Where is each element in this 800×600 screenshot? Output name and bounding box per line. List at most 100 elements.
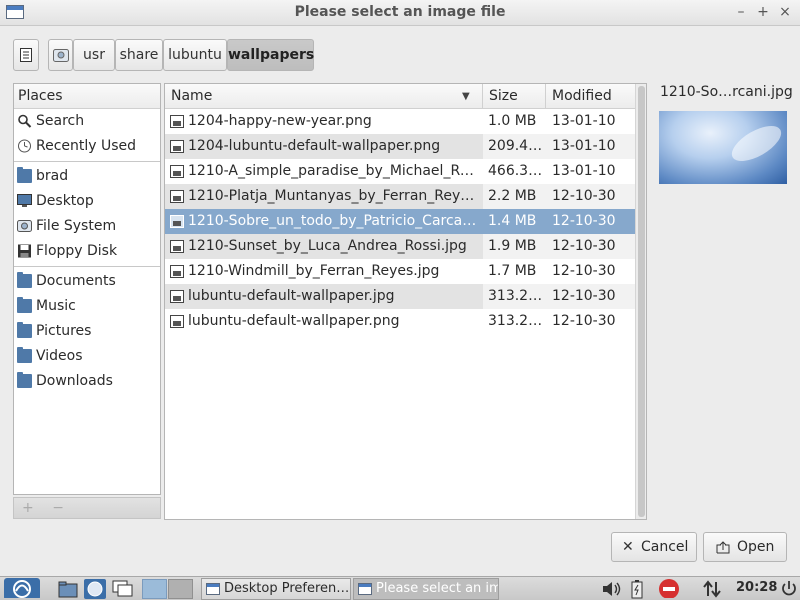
start-menu-icon[interactable]: [4, 578, 40, 598]
file-size: 2.2 MB: [488, 188, 537, 204]
places-item-recently-used[interactable]: Recently Used: [14, 134, 160, 159]
table-row[interactable]: lubuntu-default-wallpaper.png 313.2 kB 12-…: [165, 309, 635, 334]
volume-icon[interactable]: [601, 579, 623, 599]
file-list-header: Name ▼ Size Modified: [165, 84, 635, 109]
close-icon[interactable]: ×: [776, 3, 794, 21]
table-row[interactable]: 1204-lubuntu-default-wallpaper.png 209.4 …: [165, 134, 635, 159]
file-name: 1210-Sunset_by_Luca_Andrea_Rossi.jpg: [188, 238, 467, 254]
places-item-search[interactable]: Search: [14, 109, 160, 134]
places-item-downloads[interactable]: Downloads: [14, 369, 160, 394]
vertical-scrollbar[interactable]: [635, 84, 646, 519]
recent-icon: [18, 139, 31, 153]
add-bookmark-button[interactable]: +: [22, 500, 34, 516]
file-size: 1.9 MB: [488, 238, 537, 254]
image-file-icon: [170, 165, 184, 178]
web-browser-icon[interactable]: [84, 579, 106, 599]
pathbar-crumb-usr[interactable]: usr: [73, 39, 115, 71]
image-file-icon: [170, 215, 184, 228]
table-row[interactable]: 1210-Sunset_by_Luca_Andrea_Rossi.jpg 1.9 …: [165, 234, 635, 259]
column-header-name[interactable]: Name: [165, 84, 483, 109]
column-header-size[interactable]: Size: [483, 84, 546, 109]
toggle-location-button[interactable]: [13, 39, 39, 71]
preview-image: [659, 111, 787, 184]
folder-icon: [17, 272, 32, 288]
table-row[interactable]: 1210-Sobre_un_todo_by_Patricio_Carcan… 1.…: [165, 209, 635, 234]
cancel-icon: ✕: [622, 539, 634, 555]
clock[interactable]: 20:28: [736, 580, 777, 595]
preview-filename: 1210-So…rcani.jpg: [660, 84, 793, 100]
table-row[interactable]: 1210-Platja_Muntanyas_by_Ferran_Reyes… 2.…: [165, 184, 635, 209]
file-size: 209.4 kB: [488, 138, 546, 154]
text-edit-icon: [20, 48, 32, 62]
folder-icon: [17, 322, 32, 338]
sort-descending-icon: ▼: [462, 91, 470, 102]
network-icon[interactable]: [702, 579, 722, 599]
power-icon[interactable]: [780, 579, 798, 599]
task-desktop-preferences[interactable]: Desktop Preferen…: [201, 578, 351, 600]
file-modified: 13-01-10: [552, 113, 616, 129]
file-name: 1204-lubuntu-default-wallpaper.png: [188, 138, 441, 154]
table-row[interactable]: lubuntu-default-wallpaper.jpg 313.2 kB 12-…: [165, 284, 635, 309]
open-icon: [716, 541, 730, 554]
places-separator: [14, 266, 160, 267]
image-file-icon: [170, 140, 184, 153]
open-button[interactable]: Open: [703, 532, 787, 562]
file-name: 1210-Platja_Muntanyas_by_Ferran_Reyes…: [188, 188, 478, 204]
file-modified: 12-10-30: [552, 188, 616, 204]
places-item-file-system[interactable]: File System: [14, 214, 160, 239]
minimize-icon[interactable]: –: [732, 3, 750, 21]
places-item-desktop[interactable]: Desktop: [14, 189, 160, 214]
file-modified: 12-10-30: [552, 238, 616, 254]
file-modified: 12-10-30: [552, 213, 616, 229]
show-desktop-icon[interactable]: [112, 579, 134, 599]
task-select-image[interactable]: Please select an im…: [353, 578, 499, 600]
home-folder-icon: [17, 167, 32, 183]
harddisk-icon: [17, 220, 32, 232]
workspace-2[interactable]: [168, 579, 193, 599]
image-file-icon: [170, 240, 184, 253]
places-toolbar: + −: [13, 497, 161, 519]
workspace-1[interactable]: [142, 579, 167, 599]
taskbar: Desktop Preferen… Please select an im… 2…: [0, 576, 800, 600]
places-separator: [14, 161, 160, 162]
file-name: lubuntu-default-wallpaper.png: [188, 313, 400, 329]
image-file-icon: [170, 265, 184, 278]
table-row[interactable]: 1204-happy-new-year.png 1.0 MB 13-01-10: [165, 109, 635, 134]
places-item-music[interactable]: Music: [14, 294, 160, 319]
file-manager-icon[interactable]: [58, 579, 78, 599]
places-item-pictures[interactable]: Pictures: [14, 319, 160, 344]
file-modified: 12-10-30: [552, 313, 616, 329]
file-modified: 12-10-30: [552, 263, 616, 279]
file-name: lubuntu-default-wallpaper.jpg: [188, 288, 395, 304]
table-row[interactable]: 1210-Windmill_by_Ferran_Reyes.jpg 1.7 MB 1…: [165, 259, 635, 284]
file-list[interactable]: Name ▼ Size Modified 1204-happy-new-year…: [164, 83, 647, 520]
pathbar-crumb-wallpapers[interactable]: wallpapers: [227, 39, 314, 71]
scrollbar-thumb[interactable]: [638, 86, 645, 517]
column-header-modified[interactable]: Modified: [546, 84, 635, 109]
image-file-icon: [170, 290, 184, 303]
remove-bookmark-button[interactable]: −: [52, 500, 64, 516]
file-modified: 13-01-10: [552, 138, 616, 154]
no-entry-icon[interactable]: [658, 578, 680, 598]
folder-icon: [17, 347, 32, 363]
image-file-icon: [170, 190, 184, 203]
file-size: 313.2 kB: [488, 288, 546, 304]
file-name: 1210-Sobre_un_todo_by_Patricio_Carcan…: [188, 213, 478, 229]
places-sidebar: Places Search Recently Used brad Desktop…: [13, 83, 161, 495]
file-modified: 12-10-30: [552, 288, 616, 304]
maximize-icon[interactable]: +: [754, 3, 772, 21]
places-item-floppy-disk[interactable]: Floppy Disk: [14, 239, 160, 264]
places-item-home[interactable]: brad: [14, 164, 160, 189]
places-item-documents[interactable]: Documents: [14, 269, 160, 294]
title-bar: Please select an image file – + ×: [0, 0, 800, 26]
cancel-button[interactable]: ✕ Cancel: [611, 532, 697, 562]
file-size: 1.0 MB: [488, 113, 537, 129]
table-row[interactable]: 1210-A_simple_paradise_by_Michael_Ra… 466…: [165, 159, 635, 184]
image-file-icon: [170, 115, 184, 128]
battery-icon[interactable]: [631, 579, 643, 599]
pathbar-root-button[interactable]: [48, 39, 73, 71]
pathbar-crumb-lubuntu[interactable]: lubuntu: [163, 39, 227, 71]
window-icon: [206, 583, 220, 595]
places-item-videos[interactable]: Videos: [14, 344, 160, 369]
pathbar-crumb-share[interactable]: share: [115, 39, 163, 71]
